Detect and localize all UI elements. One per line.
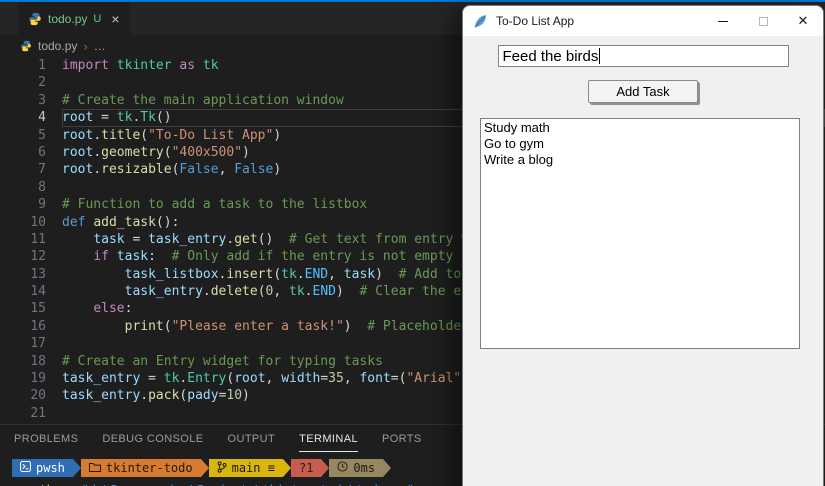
folder-icon bbox=[89, 461, 101, 475]
prompt-segment-folder: tkinter-todo bbox=[81, 459, 201, 477]
powerline-arrow-icon bbox=[321, 459, 329, 477]
todo-app-window: To-Do List App ✕ Feed the birds Add Task… bbox=[462, 5, 824, 486]
breadcrumb-file[interactable]: todo.py bbox=[38, 39, 77, 53]
powerline-arrow-icon bbox=[201, 459, 209, 477]
maximize-button bbox=[743, 6, 783, 36]
prompt-segment-shell: pwsh bbox=[12, 459, 73, 477]
prompt-segment-git-status: ?1 bbox=[291, 459, 321, 477]
tk-feather-icon bbox=[473, 14, 488, 29]
breadcrumb-symbol[interactable]: … bbox=[94, 39, 106, 53]
line-number: 21 bbox=[0, 405, 46, 422]
task-entry-value: Feed the birds bbox=[503, 48, 599, 65]
maximize-icon bbox=[759, 17, 768, 26]
line-numbers: 123456789101112131415161718192021 bbox=[0, 57, 46, 424]
task-item[interactable]: Write a blog bbox=[484, 152, 799, 168]
powerline-arrow-icon bbox=[383, 459, 391, 477]
panel-tab-terminal[interactable]: TERMINAL bbox=[299, 425, 358, 452]
task-item[interactable]: Study math bbox=[484, 120, 799, 136]
line-number: 7 bbox=[0, 161, 46, 178]
python-file-icon bbox=[28, 12, 42, 26]
app-body: Feed the birds Add Task Study mathGo to … bbox=[463, 36, 823, 349]
close-icon[interactable]: × bbox=[111, 11, 119, 27]
add-task-button[interactable]: Add Task bbox=[588, 80, 697, 103]
line-number: 4 bbox=[0, 109, 46, 126]
clock-icon bbox=[337, 461, 348, 475]
git-status-badge: U bbox=[93, 13, 101, 25]
line-number: 13 bbox=[0, 266, 46, 283]
python-file-icon bbox=[20, 40, 32, 52]
line-number: 9 bbox=[0, 196, 46, 213]
line-number: 2 bbox=[0, 74, 46, 91]
branch-icon bbox=[217, 461, 227, 476]
panel-tab-debug-console[interactable]: DEBUG CONSOLE bbox=[102, 425, 203, 452]
task-listbox[interactable]: Study mathGo to gymWrite a blog bbox=[480, 118, 800, 349]
close-button[interactable]: ✕ bbox=[783, 6, 823, 36]
minimize-icon bbox=[718, 21, 728, 22]
tab-todo-py[interactable]: todo.py U × bbox=[18, 2, 130, 35]
title-bar[interactable]: To-Do List App ✕ bbox=[463, 6, 823, 36]
text-caret bbox=[599, 48, 600, 64]
task-item[interactable]: Go to gym bbox=[484, 136, 799, 152]
prompt-segment-git-branch: main ≡ bbox=[209, 459, 283, 477]
chevron-right-icon: › bbox=[83, 39, 87, 54]
line-number: 14 bbox=[0, 283, 46, 300]
screenshot-root: todo.py U × todo.py › … 1234567891011121… bbox=[0, 0, 825, 486]
line-number: 19 bbox=[0, 370, 46, 387]
task-entry[interactable]: Feed the birds bbox=[498, 45, 789, 67]
shell-icon bbox=[20, 461, 31, 475]
line-number: 10 bbox=[0, 214, 46, 231]
line-number: 16 bbox=[0, 318, 46, 335]
line-number: 18 bbox=[0, 353, 46, 370]
line-number: 8 bbox=[0, 179, 46, 196]
panel-tab-output[interactable]: OUTPUT bbox=[228, 425, 276, 452]
window-controls: ✕ bbox=[703, 6, 823, 36]
line-number: 12 bbox=[0, 248, 46, 265]
line-number: 20 bbox=[0, 387, 46, 404]
powerline-arrow-icon bbox=[73, 459, 81, 477]
window-title: To-Do List App bbox=[496, 14, 574, 28]
line-number: 5 bbox=[0, 127, 46, 144]
line-number: 17 bbox=[0, 335, 46, 352]
line-number: 11 bbox=[0, 231, 46, 248]
powerline-arrow-icon bbox=[283, 459, 291, 477]
line-number: 15 bbox=[0, 300, 46, 317]
panel-tab-ports[interactable]: PORTS bbox=[382, 425, 422, 452]
line-number: 6 bbox=[0, 144, 46, 161]
line-number: 1 bbox=[0, 57, 46, 74]
panel-tab-problems[interactable]: PROBLEMS bbox=[14, 425, 78, 452]
prompt-segment-duration: 0ms bbox=[329, 459, 383, 477]
tab-filename: todo.py bbox=[48, 12, 87, 26]
minimize-button[interactable] bbox=[703, 6, 743, 36]
line-number: 3 bbox=[0, 92, 46, 109]
